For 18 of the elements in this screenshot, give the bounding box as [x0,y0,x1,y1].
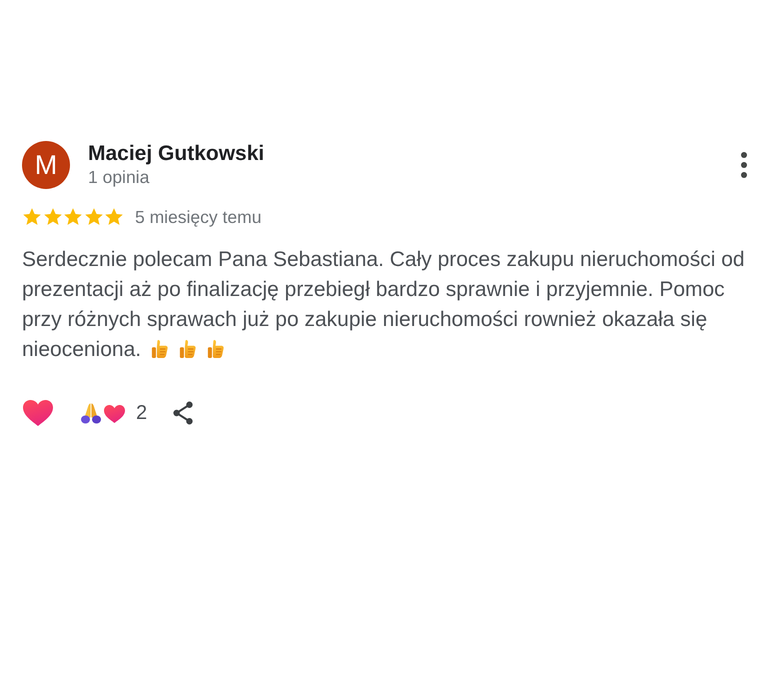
thumbs-up-icon [151,339,170,360]
review-time: 5 miesięcy temu [135,206,262,229]
praying-hands-heart-icon[interactable] [80,402,126,424]
reviewer-name[interactable]: Maciej Gutkowski [88,141,264,166]
star-icon [42,207,62,228]
star-icon [22,207,42,228]
thumbs-up-icon [179,339,198,360]
heart-icon[interactable] [22,399,54,428]
review-text-end: nieoceniona. [22,337,142,364]
share-icon[interactable] [172,401,194,426]
star-icon [104,207,124,228]
avatar-initial: M [34,152,58,178]
review-count: 1 opinia [88,166,150,188]
star-icon [84,207,104,228]
star-icon [63,207,83,228]
reaction-count: 2 [136,401,148,426]
more-options-icon[interactable] [740,152,748,178]
thumbs-up-icon [207,339,226,360]
